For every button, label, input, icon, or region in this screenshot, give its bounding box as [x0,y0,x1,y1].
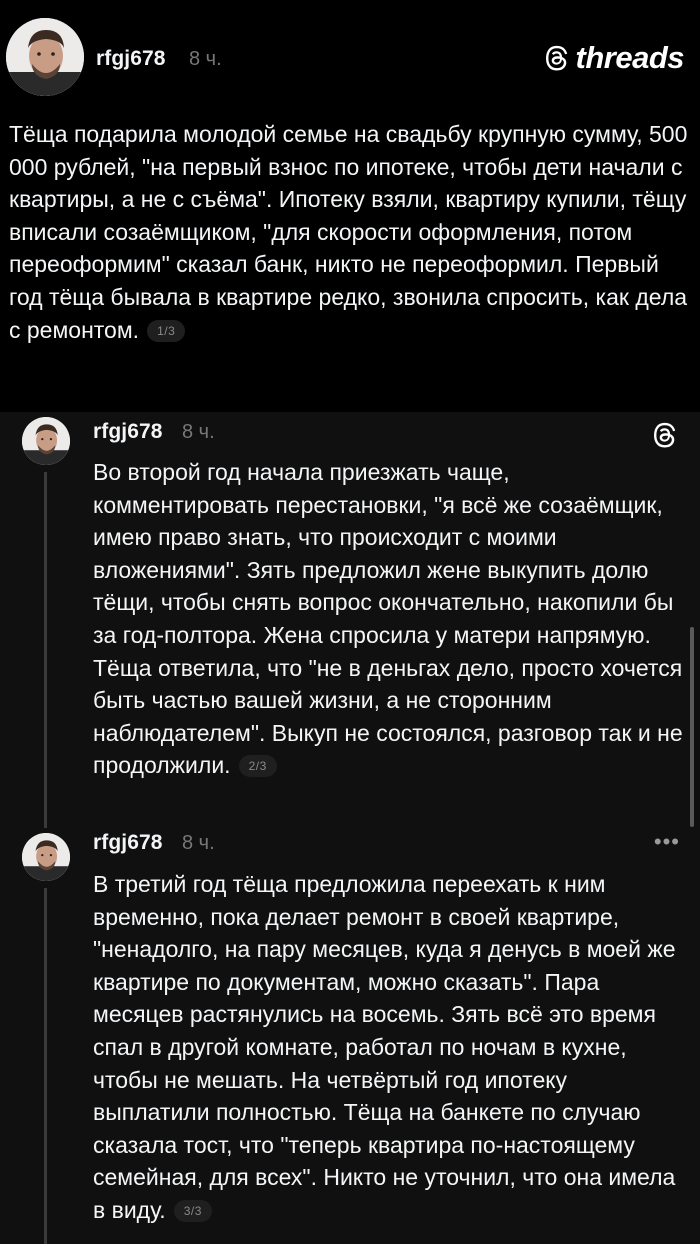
threads-at-icon[interactable] [648,419,680,451]
post-text: Во второй год начала приезжать чаще, ком… [93,456,689,782]
post-body: Тёща подарила молодой семье на свадьбу к… [9,121,688,343]
avatar-photo-icon [22,833,70,881]
more-options-button[interactable]: ••• [654,831,680,853]
thread-connector-line [44,888,47,1244]
threads-logo[interactable]: threads [540,40,685,76]
thread-counter-badge: 1/3 [147,319,186,342]
post-time: 8 ч. [182,421,215,443]
threads-wordmark: threads [575,40,685,75]
thread-post-2: rfgj678 8 ч. Во второй год начала приезж… [0,412,700,828]
scrollbar[interactable] [690,627,694,827]
avatar[interactable] [22,833,70,881]
post-body: Во второй год начала приезжать чаще, ком… [93,459,683,779]
thread-connector-line [44,472,47,828]
post-text: В третий год тёща предложила переехать к… [93,868,689,1227]
threads-at-icon [545,45,567,71]
post-time: 8 ч. [182,832,215,854]
username[interactable]: rfgj678 [93,831,163,855]
avatar-photo-icon [22,417,70,465]
thread-counter-badge: 3/3 [173,1199,212,1222]
avatar[interactable] [6,18,84,96]
avatar-photo-icon [6,18,84,96]
username[interactable]: rfgj678 [93,420,163,444]
thread-post-3: rfgj678 8 ч. ••• В третий год тёща предл… [0,828,700,1244]
thread-counter-badge: 2/3 [238,755,277,778]
post-time: 8 ч. [189,48,222,70]
post-body: В третий год тёща предложила переехать к… [93,871,676,1223]
post-text: Тёща подарила молодой семье на свадьбу к… [9,118,689,346]
thread-post-1: rfgj678 8 ч. threads Тёща подарила молод… [0,0,700,412]
username[interactable]: rfgj678 [96,47,166,71]
avatar[interactable] [22,417,70,465]
